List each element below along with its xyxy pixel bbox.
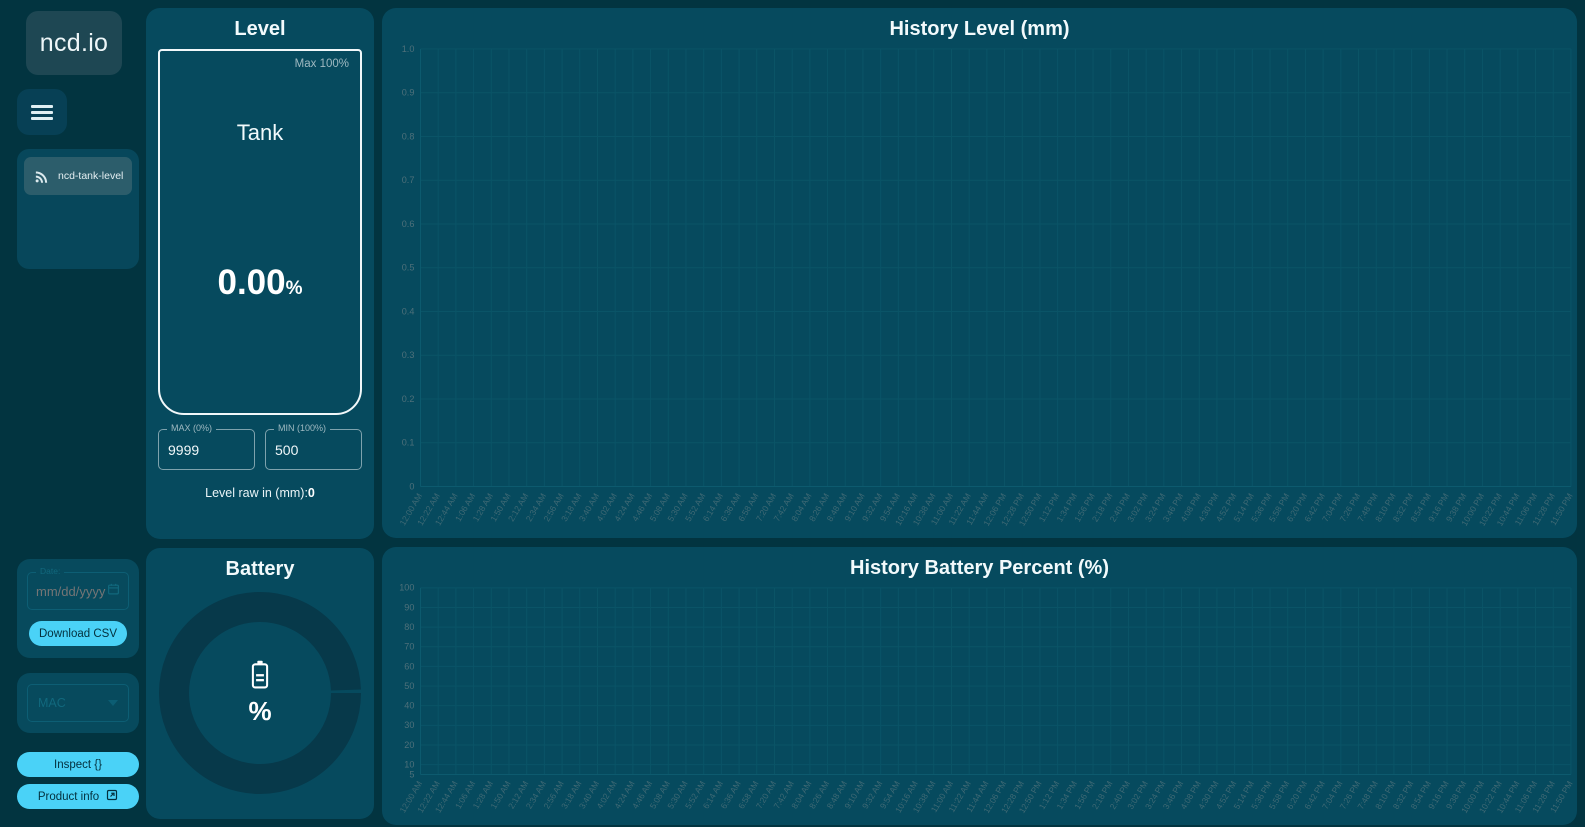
level-panel: Level Max 100% Tank 0.00% MAX (0%) MIN (… bbox=[146, 8, 374, 539]
rss-signal-icon bbox=[34, 169, 49, 184]
date-field-label: Date: bbox=[36, 566, 65, 576]
date-field[interactable]: Date: bbox=[27, 566, 129, 610]
app-root: ncd.io ncd-tank-level Date: mm/dd/yyyy D… bbox=[0, 0, 1585, 827]
sidebar-bottom-controls: Date: Download CSV bbox=[17, 559, 139, 809]
battery-icon bbox=[249, 659, 271, 691]
svg-text:0.4: 0.4 bbox=[402, 307, 415, 317]
svg-text:0.8: 0.8 bbox=[402, 132, 415, 142]
tank-value-number: 0.00 bbox=[217, 263, 286, 302]
sidebar-item-ncd-tank-level[interactable]: ncd-tank-level bbox=[24, 157, 132, 195]
svg-text:100: 100 bbox=[399, 583, 414, 593]
date-picker-card: Date: Download CSV bbox=[17, 559, 139, 658]
svg-text:40: 40 bbox=[404, 701, 414, 711]
level-raw-label: Level raw in (mm): bbox=[205, 486, 308, 500]
tank-max-label: Max 100% bbox=[294, 58, 349, 70]
action-buttons: Inspect {} Product info bbox=[17, 752, 139, 809]
min-field[interactable]: MIN (100%) bbox=[265, 423, 362, 470]
product-info-button[interactable]: Product info bbox=[17, 784, 139, 809]
battery-panel: Battery % bbox=[146, 548, 374, 819]
min-max-fields: MAX (0%) MIN (100%) bbox=[158, 423, 362, 470]
external-link-icon bbox=[106, 789, 118, 804]
min-input[interactable] bbox=[275, 441, 352, 458]
inspect-button-label: Inspect {} bbox=[54, 758, 102, 771]
svg-text:70: 70 bbox=[404, 642, 414, 652]
tank-gauge: Max 100% Tank 0.00% bbox=[158, 49, 362, 415]
svg-text:0.6: 0.6 bbox=[402, 219, 415, 229]
max-field[interactable]: MAX (0%) bbox=[158, 423, 255, 470]
svg-text:0.3: 0.3 bbox=[402, 350, 415, 360]
device-list-panel: ncd-tank-level bbox=[17, 149, 139, 269]
history-battery-plot[interactable]: 5 10 20 30 40 50 60 70 80 90 100 12:00 AM 12:22 AM 12… bbox=[382, 582, 1577, 825]
level-raw-value: 0 bbox=[307, 486, 315, 500]
svg-text:0.1: 0.1 bbox=[402, 438, 415, 448]
svg-text:1.0: 1.0 bbox=[402, 44, 415, 54]
level-raw-readout: Level raw in (mm):0 bbox=[158, 486, 362, 500]
download-csv-wrap: Download CSV bbox=[27, 621, 129, 646]
charts-column: History Level (mm) 0 0.1 0.2 0.3 0.4 0.5 0.6 0.… bbox=[382, 8, 1577, 825]
svg-text:0.5: 0.5 bbox=[402, 263, 415, 273]
svg-text:50: 50 bbox=[404, 681, 414, 691]
product-info-button-label: Product info bbox=[37, 790, 100, 803]
svg-text:0.7: 0.7 bbox=[402, 175, 415, 185]
svg-text:5: 5 bbox=[409, 770, 414, 780]
svg-text:0.2: 0.2 bbox=[402, 394, 415, 404]
history-level-plot[interactable]: 0 0.1 0.2 0.3 0.4 0.5 0.6 0.7 0.8 0.9 1.0 12:00 AM 1… bbox=[382, 43, 1577, 538]
date-input[interactable] bbox=[36, 583, 107, 599]
svg-text:10: 10 bbox=[404, 760, 414, 770]
svg-text:30: 30 bbox=[404, 720, 414, 730]
logo-text: ncd.io bbox=[39, 28, 109, 57]
tank-value-unit: % bbox=[285, 278, 303, 299]
history-level-chart-title: History Level (mm) bbox=[889, 18, 1070, 40]
history-battery-chart-card: History Battery Percent (%) 5 10 20 30 40 50 6… bbox=[382, 547, 1577, 825]
mac-select-value: MAC bbox=[38, 696, 66, 710]
sidebar-item-label: ncd-tank-level bbox=[58, 170, 124, 182]
svg-text:90: 90 bbox=[404, 603, 414, 613]
battery-gauge-wrap: % bbox=[146, 589, 374, 819]
mac-select-card: MAC bbox=[17, 673, 139, 733]
svg-text:20: 20 bbox=[404, 740, 414, 750]
battery-gauge: % bbox=[158, 591, 362, 795]
tank-name-label: Tank bbox=[236, 120, 284, 145]
metrics-column: Level Max 100% Tank 0.00% MAX (0%) MIN (… bbox=[146, 8, 374, 819]
calendar-icon[interactable] bbox=[107, 582, 120, 601]
svg-text:0.9: 0.9 bbox=[402, 88, 415, 98]
inspect-button[interactable]: Inspect {} bbox=[17, 752, 139, 777]
hamburger-menu-button[interactable] bbox=[17, 89, 67, 135]
sidebar: ncd.io ncd-tank-level Date: mm/dd/yyyy D… bbox=[8, 8, 139, 819]
svg-text:60: 60 bbox=[404, 661, 414, 671]
app-logo: ncd.io bbox=[26, 11, 122, 75]
battery-panel-title: Battery bbox=[225, 558, 295, 580]
battery-value: % bbox=[248, 696, 272, 726]
history-battery-chart-title: History Battery Percent (%) bbox=[850, 557, 1109, 579]
svg-text:80: 80 bbox=[404, 622, 414, 632]
mac-select[interactable]: MAC bbox=[27, 684, 129, 722]
level-panel-title: Level bbox=[234, 18, 286, 40]
max-input[interactable] bbox=[168, 441, 245, 458]
max-field-label: MAX (0%) bbox=[167, 423, 217, 433]
hamburger-icon-bar bbox=[31, 104, 53, 108]
hamburger-icon-bar bbox=[31, 110, 53, 114]
battery-gauge-center: % bbox=[158, 591, 362, 795]
download-csv-button[interactable]: Download CSV bbox=[29, 621, 127, 646]
hamburger-icon-bar bbox=[31, 116, 53, 120]
min-field-label: MIN (100%) bbox=[274, 423, 331, 433]
chevron-down-icon bbox=[108, 700, 118, 706]
svg-text:0: 0 bbox=[409, 482, 414, 492]
tank-value: 0.00% bbox=[160, 263, 360, 303]
history-level-chart-card: History Level (mm) 0 0.1 0.2 0.3 0.4 0.5 0.6 0.… bbox=[382, 8, 1577, 538]
